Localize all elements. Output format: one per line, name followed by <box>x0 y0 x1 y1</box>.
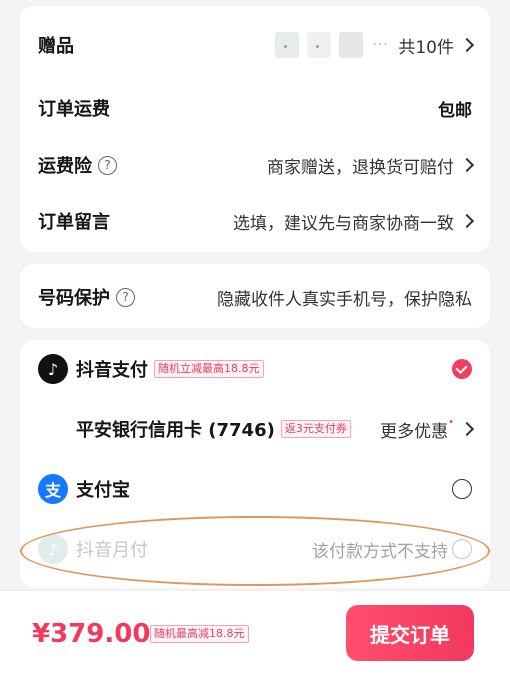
chevron-right-icon <box>459 421 475 437</box>
privacy-row[interactable]: 号码保护 ? 隐藏收件人真实手机号，保护隐私 <box>38 284 472 310</box>
privacy-value: 隐藏收件人真实手机号，保护隐私 <box>217 289 472 310</box>
alipay-label: 支付宝 <box>76 480 130 501</box>
gift-thumbnail <box>274 32 299 58</box>
douyin-logo-icon: ♪ <box>38 354 68 384</box>
gift-label: 赠品 <box>38 36 74 57</box>
gift-count: 共10件 <box>398 37 454 58</box>
help-icon[interactable]: ? <box>98 155 117 175</box>
total-price: ¥379.00 <box>32 619 151 649</box>
douyin-pay-label: 抖音支付 <box>76 360 148 381</box>
red-dot-icon: • <box>448 416 454 428</box>
shipping-label: 订单运费 <box>38 99 110 120</box>
radio-disabled-icon <box>452 539 472 559</box>
checkout-bar: ¥379.00 随机最高减18.8元 提交订单 <box>0 590 510 683</box>
shipping-value: 包邮 <box>438 100 472 121</box>
insurance-row[interactable]: 运费险 ? 商家赠送，退换货可赔付 <box>38 152 475 178</box>
promo-badge: 返3元支付券 <box>280 420 351 438</box>
order-note-label: 订单留言 <box>38 212 110 233</box>
submit-order-button[interactable]: 提交订单 <box>346 605 474 661</box>
unsupported-status: 该付款方式不支持 <box>312 541 448 562</box>
order-note-input[interactable]: 选填，建议先与商家协商一致 <box>233 209 454 234</box>
chevron-right-icon <box>459 37 475 53</box>
gift-thumbnails: ··· <box>274 32 389 58</box>
help-icon[interactable]: ? <box>116 287 135 307</box>
more-dots-icon: ··· <box>372 37 389 53</box>
order-info-card: 赠品 ··· 共10件 订单运费 包邮 运费险 ? 商家赠送，退换货可赔付 订单… <box>20 6 490 252</box>
insurance-value: 商家赠送，退换货可赔付 <box>267 157 454 178</box>
payment-card: ♪ 抖音支付 随机立减最高18.8元 平安银行信用卡 (7746) 返3元支付券… <box>20 340 490 588</box>
radio-unselected-icon[interactable] <box>452 479 472 499</box>
payment-option-bank-card[interactable]: 平安银行信用卡 (7746) 返3元支付券 更多优惠 • <box>76 416 475 442</box>
douyin-logo-icon: ♪ <box>38 534 68 564</box>
shipping-row: 订单运费 包邮 <box>38 95 472 121</box>
insurance-label: 运费险 <box>38 156 92 177</box>
order-note-row[interactable]: 订单留言 选填，建议先与商家协商一致 <box>38 208 475 234</box>
payment-option-alipay[interactable]: 支 支付宝 <box>38 474 472 504</box>
alipay-logo-icon: 支 <box>38 474 68 504</box>
payment-option-douyin-pay[interactable]: ♪ 抖音支付 随机立减最高18.8元 <box>38 354 472 384</box>
douyin-monthly-label: 抖音月付 <box>76 540 148 561</box>
chevron-right-icon <box>459 157 475 173</box>
chevron-right-icon <box>459 213 475 229</box>
promo-badge: 随机立减最高18.8元 <box>154 360 264 378</box>
privacy-card: 号码保护 ? 隐藏收件人真实手机号，保护隐私 <box>20 264 490 328</box>
privacy-label: 号码保护 <box>38 288 110 309</box>
bank-card-label: 平安银行信用卡 (7746) <box>76 420 275 441</box>
more-offers-link[interactable]: 更多优惠 <box>380 417 448 442</box>
gift-thumbnail <box>306 32 331 58</box>
gift-thumbnail <box>338 32 363 58</box>
promo-badge: 随机最高减18.8元 <box>150 625 249 643</box>
radio-selected-icon[interactable] <box>452 359 472 379</box>
gift-row[interactable]: 赠品 ··· 共10件 <box>38 32 475 58</box>
payment-option-douyin-monthly: ♪ 抖音月付 该付款方式不支持 <box>38 534 472 564</box>
